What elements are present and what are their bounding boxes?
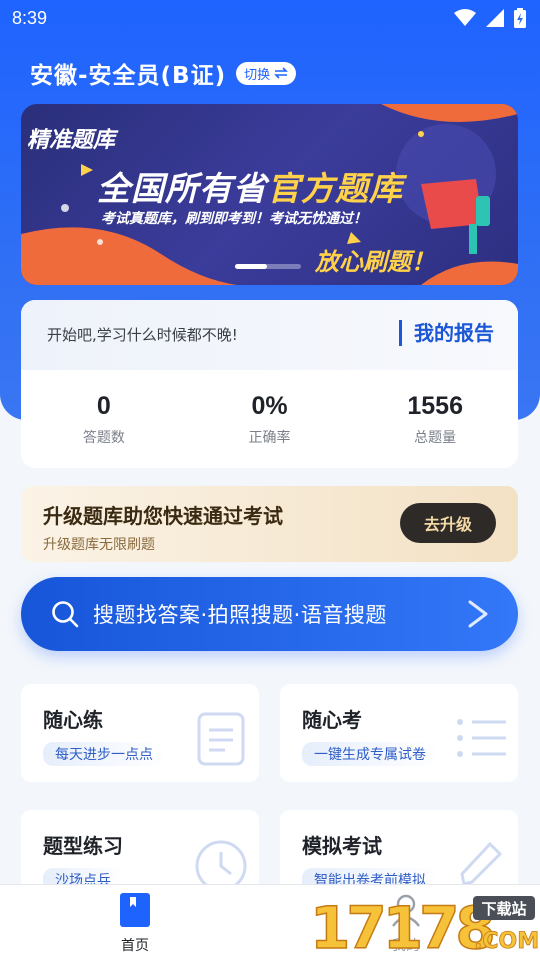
exam-selector: 安徽-安全员(B证) 切换 [30,56,297,90]
signal-icon [486,9,504,27]
stats-header: 开始吧,学习什么时候都不晚! 我的报告 [21,300,518,370]
motivation-text: 开始吧,学习什么时候都不晚! [47,326,238,344]
banner-headline: 全国所有省官方题库 [97,169,403,208]
stats-row: 0 答题数 0% 正确率 1556 总题量 [21,392,518,447]
status-bar: 8:39 [0,0,540,38]
stats-card: 开始吧,学习什么时候都不晚! 我的报告 0 答题数 0% 正确率 1556 总题… [21,300,518,468]
promo-banner[interactable]: 精准题库 全国所有省官方题库 考试真题库，刷到即考到！考试无忧通过！ 放心刷题！ [21,104,518,285]
search-icon [52,601,79,628]
svg-text:.COM: .COM [474,929,538,954]
stat-answered: 0 答题数 [82,392,125,446]
feature-practice[interactable]: 随心练 每天进步一点点 [21,684,259,782]
upgrade-title: 升级题库助您快速通过考试 [43,504,283,528]
tab-home[interactable]: 首页 [95,893,175,955]
status-icons [454,8,526,28]
search-text: 搜题找答案·拍照搜题·语音搜题 [93,603,387,627]
chevron-right-icon [468,600,488,628]
status-time: 8:39 [12,8,48,28]
svg-text:17178: 17178 [310,894,492,958]
book-icon [120,893,150,927]
my-report-link[interactable]: 我的报告 [399,320,494,346]
switch-exam-button[interactable]: 切换 [236,61,297,85]
stat-accuracy: 0% 正确率 [248,392,291,446]
swap-icon [274,67,289,79]
site-watermark-logo: 17178 下载站 .COM [309,893,538,958]
clipboard-icon [197,712,245,766]
upgrade-card[interactable]: 升级题库助您快速通过考试 升级题库无限刷题 去升级 [21,486,518,562]
feature-quick-exam[interactable]: 随心考 一键生成专属试卷 [280,684,518,782]
banner-tag: 精准题库 [27,128,116,153]
search-bar[interactable]: 搜题找答案·拍照搜题·语音搜题 [21,577,518,651]
upgrade-subtitle: 升级题库无限刷题 [43,537,155,553]
switch-label: 切换 [244,67,271,83]
battery-icon [514,8,526,28]
carousel-indicator [235,264,301,269]
banner-subline: 考试真题库，刷到即考到！考试无忧通过！ [101,211,367,227]
list-icon [457,719,506,757]
svg-text:下载站: 下载站 [481,900,526,918]
banner-slogan: 放心刷题！ [315,248,435,276]
wifi-icon [454,9,476,26]
exam-title: 安徽-安全员(B证) [30,63,227,89]
stat-total: 1556 总题量 [407,392,463,446]
tab-home-label: 首页 [121,938,149,954]
upgrade-button[interactable]: 去升级 [400,503,496,543]
